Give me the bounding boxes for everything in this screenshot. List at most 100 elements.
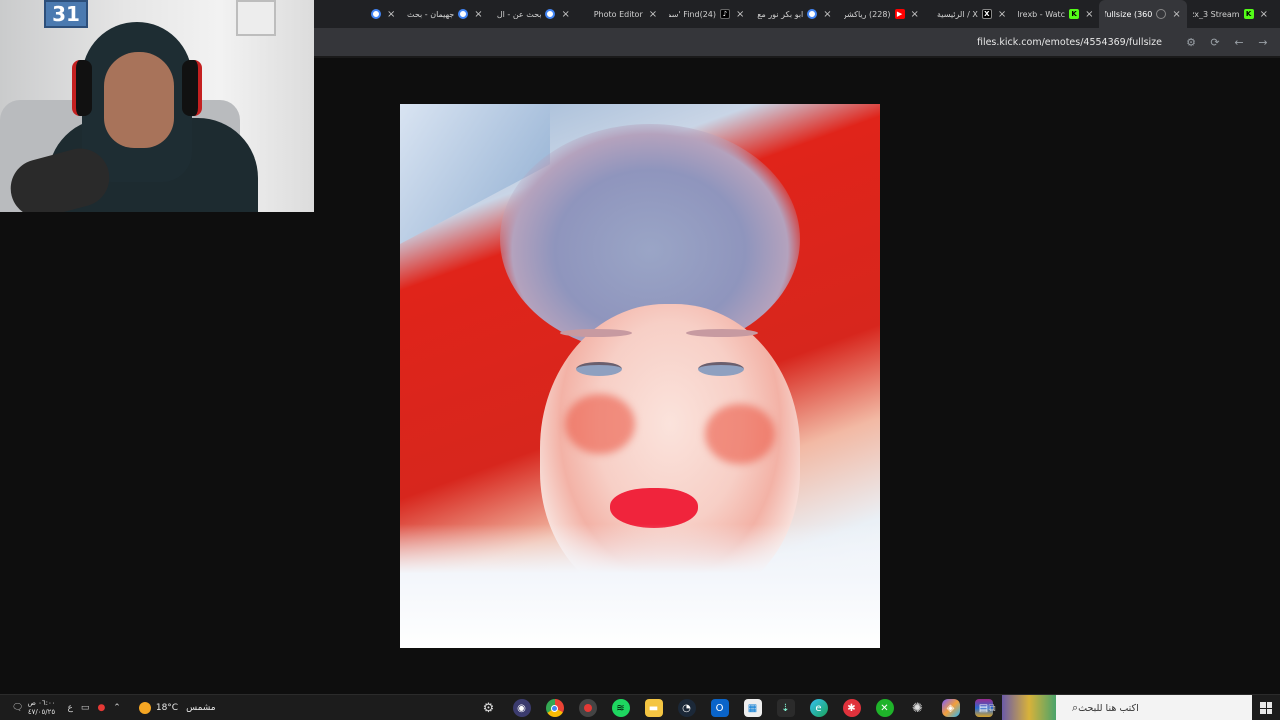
tab-3[interactable]: × X X / الرئيسية xyxy=(925,0,1012,28)
clock[interactable]: ٠٦:٠٠ ص ٤٧/٠٥/٢٥ xyxy=(27,699,55,717)
settings-icon[interactable]: ⚙ xyxy=(480,699,498,717)
google-favicon-icon xyxy=(458,9,469,19)
close-tab-icon[interactable]: × xyxy=(649,9,657,20)
tab-title: fullsize (360 xyxy=(1105,9,1153,19)
tab-7[interactable]: ×◪Photo Editor xyxy=(576,0,663,28)
site-settings-icon[interactable]: ⚙ xyxy=(1184,35,1198,49)
x-favicon-icon: X xyxy=(981,9,992,19)
wall-frame xyxy=(236,0,276,36)
system-tray: 🗨 ٠٦:٠٠ ص ٤٧/٠٥/٢٥ ع ▭ ● ⌃ 18°C مشمس xyxy=(8,695,216,720)
obs-icon[interactable]: ◉ xyxy=(512,699,531,717)
image-lips xyxy=(610,488,698,528)
close-tab-icon[interactable]: × xyxy=(387,9,395,20)
chrome-divider xyxy=(314,56,1280,58)
steam-icon[interactable]: ◔ xyxy=(677,699,696,717)
red-app-icon[interactable]: ✱ xyxy=(842,699,861,717)
close-tab-icon[interactable]: × xyxy=(1172,9,1180,20)
close-tab-icon[interactable]: × xyxy=(1260,9,1268,20)
tab-10[interactable]: × xyxy=(314,0,401,28)
tiktok-favicon-icon: ♪ xyxy=(720,9,731,19)
google-favicon-icon xyxy=(370,9,381,19)
tab-title: ابو بكر نور مع xyxy=(757,9,804,19)
search-placeholder: اكتب هنا للبحث xyxy=(1078,702,1139,714)
tray-app-icon[interactable]: ● xyxy=(97,703,105,713)
tab-title: (228) رياكشن xyxy=(843,9,891,19)
chevron-up-icon[interactable]: ⌃ xyxy=(113,703,121,713)
image-cheek-right xyxy=(705,404,775,464)
yt-favicon-icon: ▶ xyxy=(894,9,905,19)
taskbar: 🗨 ٠٦:٠٠ ص ٤٧/٠٥/٢٥ ع ▭ ● ⌃ 18°C مشمس ⚙ ◉… xyxy=(0,694,1280,720)
weather-temp: 18°C xyxy=(155,703,179,713)
close-tab-icon[interactable]: × xyxy=(736,9,744,20)
task-view-icon[interactable]: ⧉ xyxy=(982,695,1002,720)
weather-condition: مشمس xyxy=(186,703,216,713)
tab-0[interactable]: × Krzx_3 Stream xyxy=(1187,0,1274,28)
kick-favicon-icon: K xyxy=(1069,9,1080,19)
tab-bar: × Krzx_3 Stream × fullsize (360 × Kllrexb - W… xyxy=(314,0,1280,28)
clock-date: ٤٧/٠٥/٢٥ xyxy=(27,708,56,716)
screen-recorder-icon[interactable] xyxy=(578,699,597,717)
tab-9[interactable]: × جهيمان - بحث xyxy=(401,0,488,28)
steelseries-icon[interactable]: ✺ xyxy=(909,699,927,717)
edge-icon[interactable]: e xyxy=(809,699,828,717)
image-cheek-left xyxy=(565,394,635,454)
close-tab-icon[interactable]: × xyxy=(561,9,569,20)
start-button[interactable] xyxy=(1252,695,1280,720)
terminal-icon[interactable]: ⇣ xyxy=(776,699,795,717)
windows-icon xyxy=(1260,702,1272,714)
taskbar-right: ⧉ ⌕ اكتب هنا للبحث xyxy=(982,695,1280,720)
image-clothing xyxy=(400,524,880,648)
tab-5[interactable]: × ابو بكر نور مع xyxy=(750,0,837,28)
wall-poster: 31 xyxy=(44,0,88,28)
tab-title: جهيمان - بحث xyxy=(407,9,455,19)
tab-4[interactable]: × ▶ (228) رياكشن xyxy=(838,0,925,28)
outlook-icon[interactable]: O xyxy=(710,699,729,717)
image-brow-right xyxy=(686,329,758,337)
kick-favicon-icon: K xyxy=(1243,9,1254,19)
tab-title: Photo Editor xyxy=(593,9,643,19)
reload-icon[interactable]: ⟳ xyxy=(1208,35,1222,49)
close-tab-icon[interactable]: × xyxy=(823,9,831,20)
google-favicon-icon xyxy=(545,9,556,19)
close-tab-icon[interactable]: × xyxy=(474,9,482,20)
tab-1[interactable]: × fullsize (360 xyxy=(1099,0,1187,28)
spotify-icon[interactable]: ≋ xyxy=(611,699,630,717)
file-explorer-icon[interactable]: ▬ xyxy=(644,699,663,717)
headset-right-icon xyxy=(182,60,202,116)
tab-title: rzx_3 Stream xyxy=(1193,9,1240,19)
loading-favicon-icon xyxy=(1156,9,1167,19)
tab-6[interactable]: × ♪(24)Find 'سمر xyxy=(663,0,750,28)
store-icon[interactable]: ▦ xyxy=(743,699,762,717)
tab-title: llrexb - Watc xyxy=(1018,9,1066,19)
tab-title: (24)Find 'سمر xyxy=(669,9,717,19)
screen: 31 × Krzx_3 Stream × fullsize (360 × Kllrexb … xyxy=(0,0,1280,720)
close-tab-icon[interactable]: × xyxy=(1085,9,1093,20)
forward-icon[interactable]: → xyxy=(1256,35,1270,49)
copilot-icon[interactable]: ◈ xyxy=(941,699,960,717)
display-icon[interactable]: ▭ xyxy=(81,703,90,713)
search-input[interactable]: ⌕ اكتب هنا للبحث xyxy=(1056,695,1252,720)
clock-time: ٠٦:٠٠ ص xyxy=(27,699,56,707)
tab-title: بحث عن - ال xyxy=(496,9,542,19)
tab-2[interactable]: × Kllrexb - Watc xyxy=(1012,0,1099,28)
google-favicon-icon xyxy=(807,9,818,19)
back-icon[interactable]: ← xyxy=(1232,35,1246,49)
taskbar-apps: ⚙ ◉ ≋ ▬ ◔ O ▦ ⇣ e ✱ ✕ ✺ ◈ ▤ xyxy=(472,695,1000,720)
notification-icon[interactable]: 🗨 xyxy=(12,703,23,713)
headset-left-icon xyxy=(72,60,92,116)
displayed-image[interactable] xyxy=(400,104,880,648)
webcam-overlay: 31 xyxy=(0,0,314,212)
close-tab-icon[interactable]: × xyxy=(998,9,1006,20)
chrome-icon[interactable] xyxy=(545,699,564,717)
url-text[interactable]: files.kick.com/emotes/4554369/fullsize xyxy=(977,37,1162,48)
xbox-icon[interactable]: ✕ xyxy=(875,699,894,717)
weather-widget[interactable]: 18°C مشمس xyxy=(138,702,216,714)
tab-title: X / الرئيسية xyxy=(936,9,978,19)
image-eye-right xyxy=(698,362,744,376)
language-indicator[interactable]: ع xyxy=(68,703,73,713)
address-bar: files.kick.com/emotes/4554369/fullsize ⚙… xyxy=(314,28,1280,56)
close-tab-icon[interactable]: × xyxy=(911,9,919,20)
streamer-face xyxy=(104,52,174,148)
tab-8[interactable]: × بحث عن - ال xyxy=(489,0,576,28)
search-highlight-image xyxy=(1002,695,1056,720)
